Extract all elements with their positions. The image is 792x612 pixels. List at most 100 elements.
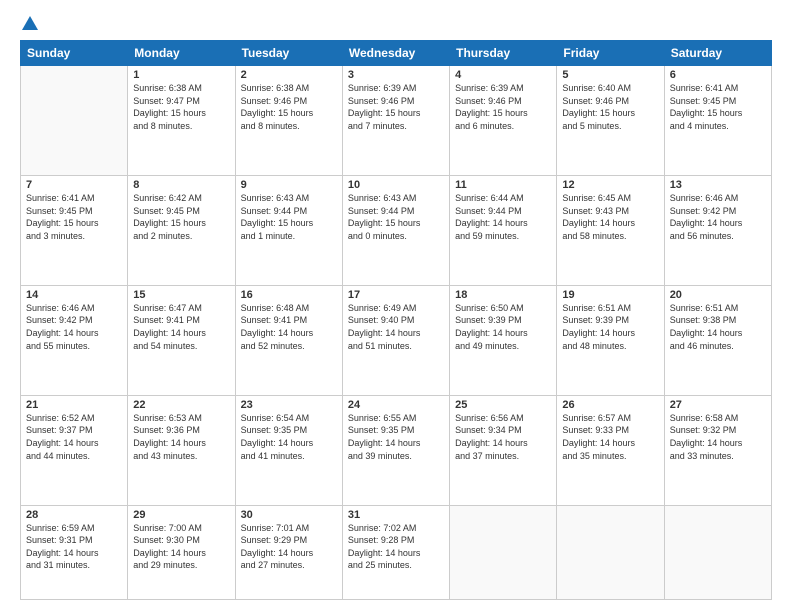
day-number: 8 bbox=[133, 179, 229, 191]
weekday-monday: Monday bbox=[128, 41, 235, 66]
day-number: 7 bbox=[26, 179, 122, 191]
day-number: 28 bbox=[26, 509, 122, 521]
calendar-cell: 11Sunrise: 6:44 AM Sunset: 9:44 PM Dayli… bbox=[450, 175, 557, 285]
day-number: 24 bbox=[348, 399, 444, 411]
calendar-cell: 3Sunrise: 6:39 AM Sunset: 9:46 PM Daylig… bbox=[342, 66, 449, 176]
day-number: 31 bbox=[348, 509, 444, 521]
calendar-cell: 4Sunrise: 6:39 AM Sunset: 9:46 PM Daylig… bbox=[450, 66, 557, 176]
day-number: 22 bbox=[133, 399, 229, 411]
cell-content: Sunrise: 6:41 AM Sunset: 9:45 PM Dayligh… bbox=[670, 82, 766, 132]
cell-content: Sunrise: 6:38 AM Sunset: 9:46 PM Dayligh… bbox=[241, 82, 337, 132]
calendar-cell: 9Sunrise: 6:43 AM Sunset: 9:44 PM Daylig… bbox=[235, 175, 342, 285]
cell-content: Sunrise: 6:54 AM Sunset: 9:35 PM Dayligh… bbox=[241, 412, 337, 462]
header bbox=[20, 16, 772, 32]
day-number: 11 bbox=[455, 179, 551, 191]
day-number: 21 bbox=[26, 399, 122, 411]
cell-content: Sunrise: 6:46 AM Sunset: 9:42 PM Dayligh… bbox=[26, 302, 122, 352]
cell-content: Sunrise: 6:50 AM Sunset: 9:39 PM Dayligh… bbox=[455, 302, 551, 352]
calendar-cell: 17Sunrise: 6:49 AM Sunset: 9:40 PM Dayli… bbox=[342, 285, 449, 395]
day-number: 12 bbox=[562, 179, 658, 191]
weekday-wednesday: Wednesday bbox=[342, 41, 449, 66]
calendar-cell: 27Sunrise: 6:58 AM Sunset: 9:32 PM Dayli… bbox=[664, 395, 771, 505]
cell-content: Sunrise: 6:49 AM Sunset: 9:40 PM Dayligh… bbox=[348, 302, 444, 352]
calendar-cell: 21Sunrise: 6:52 AM Sunset: 9:37 PM Dayli… bbox=[21, 395, 128, 505]
cell-content: Sunrise: 6:40 AM Sunset: 9:46 PM Dayligh… bbox=[562, 82, 658, 132]
calendar-cell: 15Sunrise: 6:47 AM Sunset: 9:41 PM Dayli… bbox=[128, 285, 235, 395]
day-number: 25 bbox=[455, 399, 551, 411]
calendar: SundayMondayTuesdayWednesdayThursdayFrid… bbox=[20, 40, 772, 600]
day-number: 18 bbox=[455, 289, 551, 301]
calendar-cell: 7Sunrise: 6:41 AM Sunset: 9:45 PM Daylig… bbox=[21, 175, 128, 285]
cell-content: Sunrise: 6:39 AM Sunset: 9:46 PM Dayligh… bbox=[348, 82, 444, 132]
day-number: 15 bbox=[133, 289, 229, 301]
cell-content: Sunrise: 6:43 AM Sunset: 9:44 PM Dayligh… bbox=[241, 192, 337, 242]
calendar-cell: 13Sunrise: 6:46 AM Sunset: 9:42 PM Dayli… bbox=[664, 175, 771, 285]
cell-content: Sunrise: 7:00 AM Sunset: 9:30 PM Dayligh… bbox=[133, 522, 229, 572]
calendar-cell: 29Sunrise: 7:00 AM Sunset: 9:30 PM Dayli… bbox=[128, 505, 235, 599]
cell-content: Sunrise: 6:52 AM Sunset: 9:37 PM Dayligh… bbox=[26, 412, 122, 462]
weekday-tuesday: Tuesday bbox=[235, 41, 342, 66]
calendar-cell bbox=[450, 505, 557, 599]
day-number: 20 bbox=[670, 289, 766, 301]
day-number: 23 bbox=[241, 399, 337, 411]
calendar-cell: 2Sunrise: 6:38 AM Sunset: 9:46 PM Daylig… bbox=[235, 66, 342, 176]
day-number: 5 bbox=[562, 69, 658, 81]
calendar-cell: 19Sunrise: 6:51 AM Sunset: 9:39 PM Dayli… bbox=[557, 285, 664, 395]
logo bbox=[20, 16, 38, 32]
calendar-cell bbox=[21, 66, 128, 176]
weekday-saturday: Saturday bbox=[664, 41, 771, 66]
cell-content: Sunrise: 6:41 AM Sunset: 9:45 PM Dayligh… bbox=[26, 192, 122, 242]
week-row-1: 1Sunrise: 6:38 AM Sunset: 9:47 PM Daylig… bbox=[21, 66, 772, 176]
calendar-cell: 5Sunrise: 6:40 AM Sunset: 9:46 PM Daylig… bbox=[557, 66, 664, 176]
cell-content: Sunrise: 6:51 AM Sunset: 9:39 PM Dayligh… bbox=[562, 302, 658, 352]
cell-content: Sunrise: 7:01 AM Sunset: 9:29 PM Dayligh… bbox=[241, 522, 337, 572]
day-number: 4 bbox=[455, 69, 551, 81]
calendar-cell: 31Sunrise: 7:02 AM Sunset: 9:28 PM Dayli… bbox=[342, 505, 449, 599]
day-number: 9 bbox=[241, 179, 337, 191]
calendar-cell: 16Sunrise: 6:48 AM Sunset: 9:41 PM Dayli… bbox=[235, 285, 342, 395]
weekday-sunday: Sunday bbox=[21, 41, 128, 66]
week-row-2: 7Sunrise: 6:41 AM Sunset: 9:45 PM Daylig… bbox=[21, 175, 772, 285]
day-number: 29 bbox=[133, 509, 229, 521]
calendar-cell: 12Sunrise: 6:45 AM Sunset: 9:43 PM Dayli… bbox=[557, 175, 664, 285]
day-number: 13 bbox=[670, 179, 766, 191]
day-number: 27 bbox=[670, 399, 766, 411]
cell-content: Sunrise: 6:56 AM Sunset: 9:34 PM Dayligh… bbox=[455, 412, 551, 462]
cell-content: Sunrise: 6:46 AM Sunset: 9:42 PM Dayligh… bbox=[670, 192, 766, 242]
calendar-cell: 30Sunrise: 7:01 AM Sunset: 9:29 PM Dayli… bbox=[235, 505, 342, 599]
cell-content: Sunrise: 6:39 AM Sunset: 9:46 PM Dayligh… bbox=[455, 82, 551, 132]
calendar-cell: 28Sunrise: 6:59 AM Sunset: 9:31 PM Dayli… bbox=[21, 505, 128, 599]
calendar-cell: 18Sunrise: 6:50 AM Sunset: 9:39 PM Dayli… bbox=[450, 285, 557, 395]
day-number: 10 bbox=[348, 179, 444, 191]
cell-content: Sunrise: 6:47 AM Sunset: 9:41 PM Dayligh… bbox=[133, 302, 229, 352]
day-number: 19 bbox=[562, 289, 658, 301]
calendar-cell: 1Sunrise: 6:38 AM Sunset: 9:47 PM Daylig… bbox=[128, 66, 235, 176]
cell-content: Sunrise: 6:58 AM Sunset: 9:32 PM Dayligh… bbox=[670, 412, 766, 462]
cell-content: Sunrise: 6:51 AM Sunset: 9:38 PM Dayligh… bbox=[670, 302, 766, 352]
weekday-thursday: Thursday bbox=[450, 41, 557, 66]
week-row-5: 28Sunrise: 6:59 AM Sunset: 9:31 PM Dayli… bbox=[21, 505, 772, 599]
cell-content: Sunrise: 6:42 AM Sunset: 9:45 PM Dayligh… bbox=[133, 192, 229, 242]
day-number: 16 bbox=[241, 289, 337, 301]
calendar-cell: 14Sunrise: 6:46 AM Sunset: 9:42 PM Dayli… bbox=[21, 285, 128, 395]
cell-content: Sunrise: 7:02 AM Sunset: 9:28 PM Dayligh… bbox=[348, 522, 444, 572]
day-number: 6 bbox=[670, 69, 766, 81]
logo-icon bbox=[22, 16, 38, 30]
calendar-cell: 10Sunrise: 6:43 AM Sunset: 9:44 PM Dayli… bbox=[342, 175, 449, 285]
cell-content: Sunrise: 6:55 AM Sunset: 9:35 PM Dayligh… bbox=[348, 412, 444, 462]
cell-content: Sunrise: 6:48 AM Sunset: 9:41 PM Dayligh… bbox=[241, 302, 337, 352]
week-row-3: 14Sunrise: 6:46 AM Sunset: 9:42 PM Dayli… bbox=[21, 285, 772, 395]
calendar-cell: 8Sunrise: 6:42 AM Sunset: 9:45 PM Daylig… bbox=[128, 175, 235, 285]
calendar-cell: 22Sunrise: 6:53 AM Sunset: 9:36 PM Dayli… bbox=[128, 395, 235, 505]
cell-content: Sunrise: 6:45 AM Sunset: 9:43 PM Dayligh… bbox=[562, 192, 658, 242]
calendar-cell: 25Sunrise: 6:56 AM Sunset: 9:34 PM Dayli… bbox=[450, 395, 557, 505]
calendar-cell: 23Sunrise: 6:54 AM Sunset: 9:35 PM Dayli… bbox=[235, 395, 342, 505]
calendar-cell bbox=[557, 505, 664, 599]
cell-content: Sunrise: 6:57 AM Sunset: 9:33 PM Dayligh… bbox=[562, 412, 658, 462]
cell-content: Sunrise: 6:43 AM Sunset: 9:44 PM Dayligh… bbox=[348, 192, 444, 242]
day-number: 26 bbox=[562, 399, 658, 411]
day-number: 17 bbox=[348, 289, 444, 301]
day-number: 1 bbox=[133, 69, 229, 81]
cell-content: Sunrise: 6:38 AM Sunset: 9:47 PM Dayligh… bbox=[133, 82, 229, 132]
day-number: 3 bbox=[348, 69, 444, 81]
